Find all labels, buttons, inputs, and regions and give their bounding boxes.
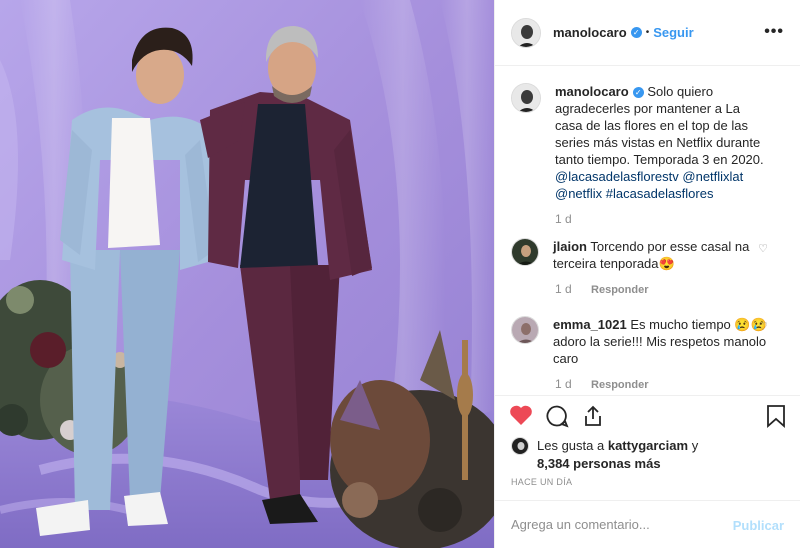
action-icons (495, 396, 800, 440)
comment: emma_1021 Es mucho tiempo 😢😢 adoro la se… (511, 316, 784, 367)
comment-meta: 1 d Responder (555, 282, 784, 296)
comment-avatar[interactable] (511, 238, 539, 266)
caption: manolocaro ✓ Solo quiero agradecerles por… (511, 83, 784, 202)
comment: jlaion Torcendo por esse casal na tercei… (511, 238, 784, 272)
tag-link[interactable]: @netflix (555, 186, 602, 201)
heart-icon[interactable] (509, 404, 533, 429)
comment-username[interactable]: emma_1021 (553, 317, 627, 332)
post-photo[interactable] (0, 0, 494, 548)
comment-body: jlaion Torcendo por esse casal na tercei… (553, 238, 767, 272)
post-header: manolocaro ✓ • Seguir ••• (495, 0, 800, 66)
caption-verified-icon: ✓ (632, 87, 644, 98)
comments-list[interactable]: manolocaro ✓ Solo quiero agradecerles por… (495, 67, 800, 395)
author-username[interactable]: manolocaro (553, 25, 627, 40)
liker-username[interactable]: kattygarciam (608, 438, 688, 453)
follow-button[interactable]: Seguir (653, 25, 693, 40)
publish-button[interactable]: Publicar (733, 518, 784, 533)
caption-avatar[interactable] (511, 83, 541, 113)
reply-button[interactable]: Responder (591, 379, 648, 391)
comment-age: 1 d (555, 377, 572, 391)
caption-meta: 1 d (555, 212, 784, 226)
photo-image (0, 0, 494, 548)
reply-button[interactable]: Responder (591, 284, 648, 296)
comment-avatar[interactable] (511, 316, 539, 344)
likes-count-link[interactable]: 8,384 personas más (537, 456, 661, 471)
verified-badge-icon: ✓ (630, 27, 642, 38)
likes-conj: y (691, 438, 699, 453)
bookmark-icon[interactable] (766, 404, 786, 431)
author-avatar[interactable] (511, 17, 541, 48)
comment-body: emma_1021 Es mucho tiempo 😢😢 adoro la se… (553, 316, 767, 367)
post-timestamp[interactable]: HACE UN DÍA (511, 477, 572, 487)
likes-prefix: Les gusta a (537, 438, 605, 453)
comment-age: 1 d (555, 282, 572, 296)
comment-meta: 1 d Responder (555, 377, 784, 391)
post-actions-section: Les gusta a kattygarciam y 8,384 persona… (495, 395, 800, 545)
caption-username[interactable]: manolocaro (555, 84, 629, 99)
tag-link[interactable]: @netflixlat (682, 169, 743, 184)
comment-icon[interactable] (545, 404, 569, 431)
liker-avatar[interactable] (511, 437, 529, 455)
comment-username[interactable]: jlaion (553, 239, 587, 254)
instagram-post: manolocaro ✓ • Seguir ••• manolocaro ✓ So… (0, 0, 800, 548)
tag-link[interactable]: @lacasadelasflorestv (555, 169, 679, 184)
share-icon[interactable] (581, 404, 605, 431)
post-details-panel: manolocaro ✓ • Seguir ••• manolocaro ✓ So… (494, 0, 800, 548)
more-options-icon[interactable]: ••• (764, 23, 784, 41)
comment-input[interactable]: Agrega un comentario... (511, 517, 650, 532)
heart-outline-icon[interactable]: ♡ (758, 242, 768, 255)
heart-outline-icon[interactable]: ♡ (758, 320, 768, 333)
caption-body: manolocaro ✓ Solo quiero agradecerles por… (555, 83, 769, 202)
likes-summary: Les gusta a kattygarciam y 8,384 persona… (511, 437, 698, 473)
separator-dot: • (645, 27, 650, 38)
caption-age: 1 d (555, 212, 572, 226)
add-comment-bar: Agrega un comentario... Publicar (495, 500, 800, 548)
tag-link[interactable]: #lacasadelasflores (606, 186, 714, 201)
likes-text: Les gusta a kattygarciam y 8,384 persona… (537, 437, 698, 473)
